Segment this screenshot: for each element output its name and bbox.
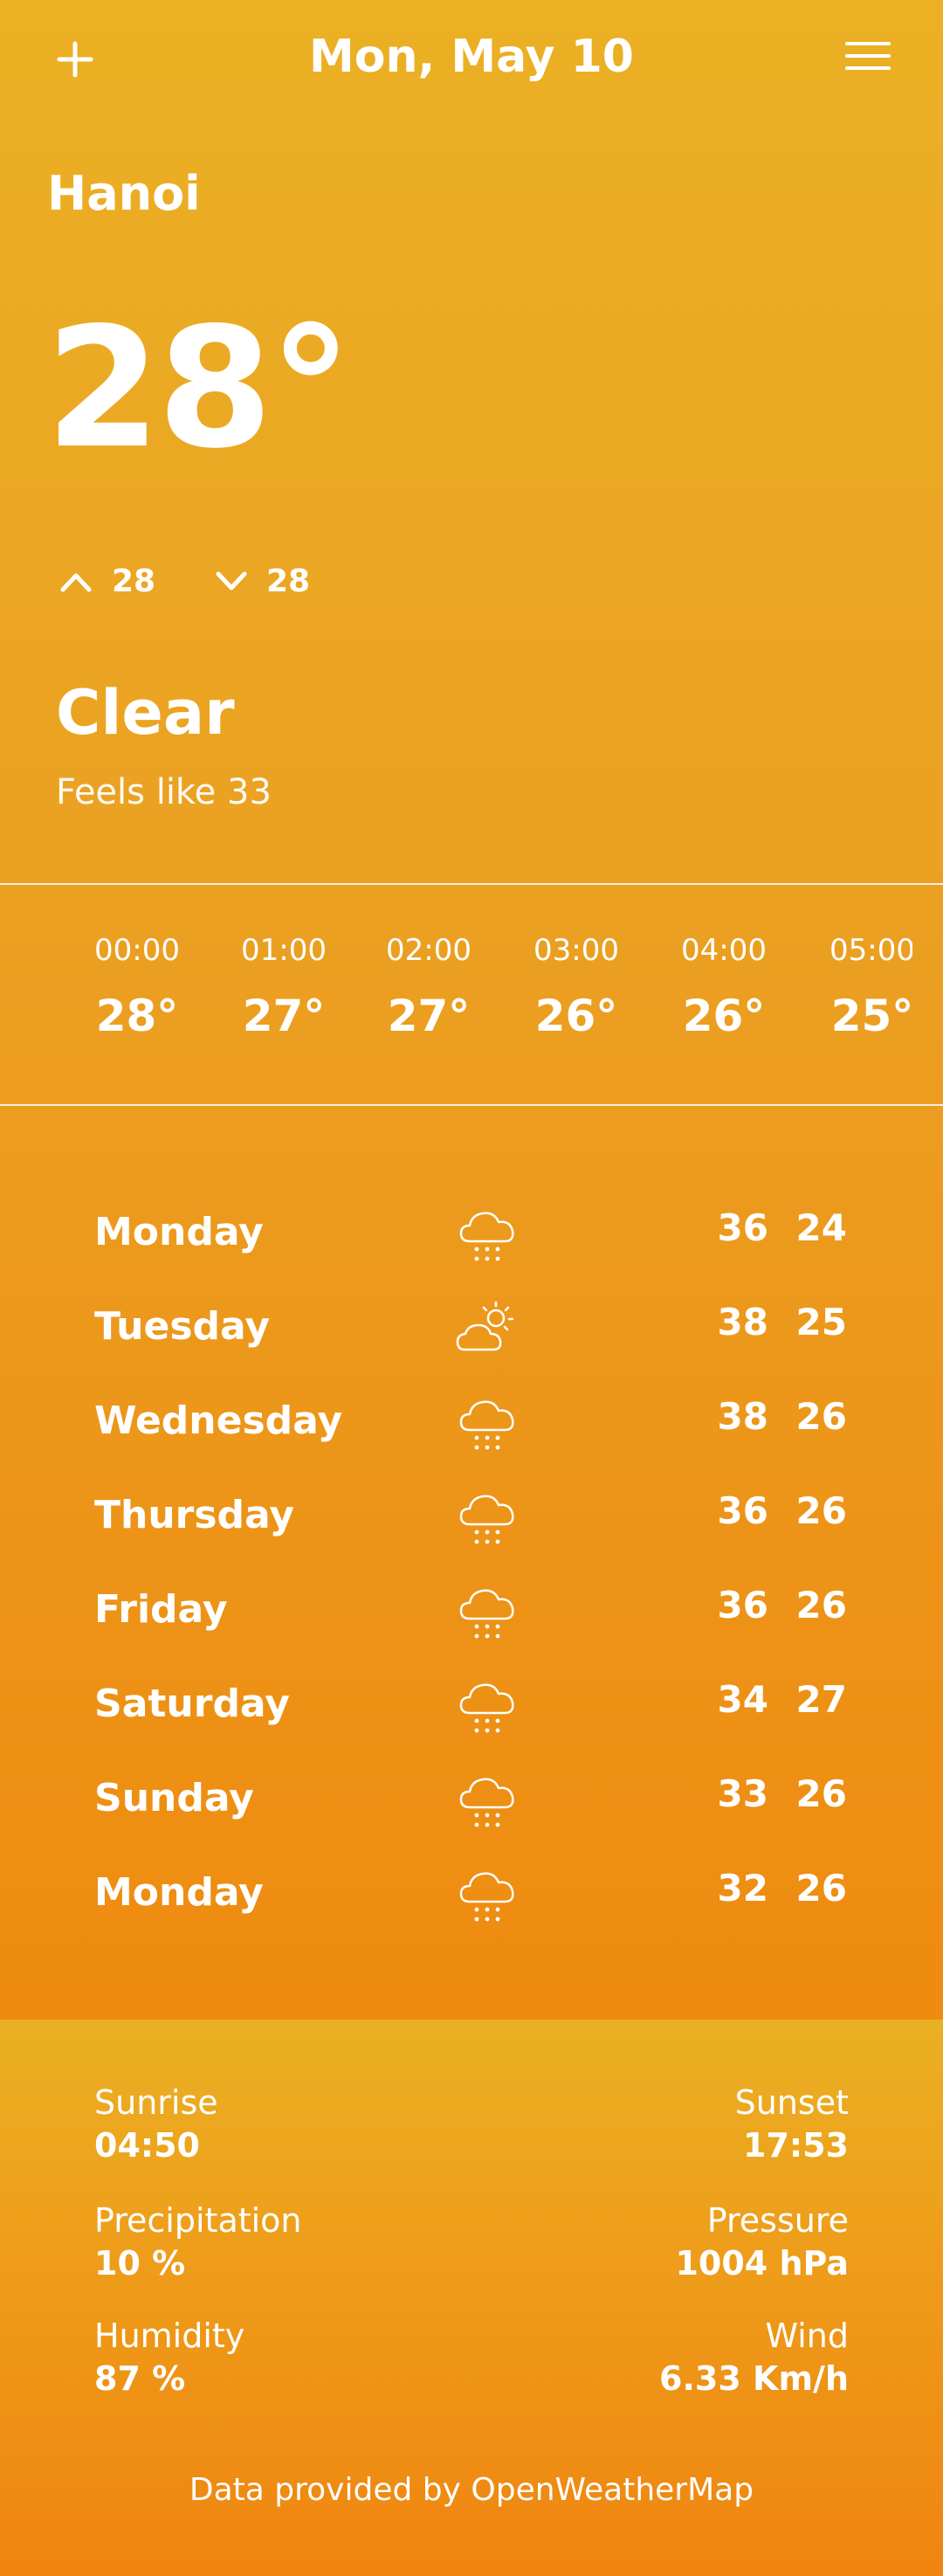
day-high: 38 [717, 1301, 768, 1343]
high-temperature: 28 [112, 563, 156, 599]
hourly-forecast-strip[interactable]: 00:00 28° 01:00 27° 02:00 27° 03:00 26° … [0, 885, 912, 1103]
day-name: Tuesday [94, 1304, 271, 1349]
precipitation-value: 10 % [94, 2244, 186, 2282]
humidity-value: 87 % [94, 2359, 186, 2398]
wind-value: 6.33 Km/h [659, 2359, 849, 2398]
chevron-up-icon [60, 573, 92, 592]
day-low: 26 [795, 1489, 847, 1532]
day-high: 34 [717, 1678, 768, 1721]
rain-cloud-icon [459, 1683, 514, 1733]
day-low: 24 [795, 1206, 847, 1249]
hour-item: 02:00 27° [363, 885, 494, 1041]
rain-cloud-icon [459, 1400, 514, 1450]
rain-cloud-icon [459, 1589, 514, 1639]
hour-time: 01:00 [241, 933, 327, 968]
hour-item: 03:00 26° [511, 885, 642, 1041]
feels-like: Feels like 33 [56, 772, 272, 812]
day-name: Monday [94, 1870, 264, 1915]
rain-cloud-icon [459, 1212, 514, 1261]
daily-row: Thursday 36 26 [0, 1482, 943, 1552]
hour-time: 04:00 [681, 933, 767, 968]
day-high: 36 [717, 1584, 768, 1626]
rain-cloud-icon [459, 1778, 514, 1827]
humidity-label: Humidity [94, 2317, 245, 2355]
rain-cloud-icon [459, 1872, 514, 1922]
city-name: Hanoi [47, 166, 201, 221]
sunrise-label: Sunrise [94, 2083, 218, 2122]
precipitation-label: Precipitation [94, 2201, 302, 2240]
hour-time: 05:00 [829, 933, 912, 968]
hour-time: 00:00 [94, 933, 180, 968]
hamburger-menu-icon [845, 42, 891, 70]
page-title: Mon, May 10 [309, 31, 634, 83]
hour-temp: 26° [534, 991, 618, 1041]
day-high: 36 [717, 1206, 768, 1249]
daily-row: Sunday 33 26 [0, 1765, 943, 1835]
pressure-label: Pressure [706, 2201, 849, 2240]
day-high: 33 [717, 1772, 768, 1815]
day-name: Monday [94, 1210, 264, 1254]
hour-item: 01:00 27° [218, 885, 349, 1041]
pressure-value: 1004 hPa [675, 2244, 849, 2282]
menu-button[interactable] [843, 35, 892, 79]
day-name: Saturday [94, 1682, 290, 1726]
rain-cloud-icon [459, 1495, 514, 1544]
hour-time: 02:00 [386, 933, 472, 968]
hour-temp: 27° [387, 991, 471, 1041]
partly-cloudy-sun-icon [456, 1301, 514, 1351]
daily-row: Friday 36 26 [0, 1577, 943, 1647]
hour-temp: 26° [682, 991, 766, 1041]
data-credit: Data provided by OpenWeatherMap [189, 2472, 754, 2508]
daily-row: Monday 32 26 [0, 1860, 943, 1930]
day-high: 32 [717, 1867, 768, 1910]
wind-label: Wind [765, 2317, 849, 2355]
hour-temp: 25° [830, 991, 912, 1041]
current-temperature: 28° [45, 292, 352, 485]
daily-row: Monday 36 24 [0, 1199, 943, 1269]
hour-item: 00:00 28° [72, 885, 203, 1041]
day-low: 26 [795, 1867, 847, 1910]
sunset-value: 17:53 [743, 2126, 849, 2165]
daily-row: Tuesday 38 25 [0, 1294, 943, 1364]
daily-row: Saturday 34 27 [0, 1671, 943, 1741]
hour-item: 05:00 25° [807, 885, 912, 1041]
chevron-down-icon [216, 571, 247, 590]
day-high: 38 [717, 1395, 768, 1438]
day-low: 25 [795, 1301, 847, 1343]
daily-row: Wednesday 38 26 [0, 1388, 943, 1458]
day-high: 36 [717, 1489, 768, 1532]
hour-time: 03:00 [533, 933, 619, 968]
hour-temp: 27° [242, 991, 326, 1041]
day-low: 27 [795, 1678, 847, 1721]
hour-item: 04:00 26° [658, 885, 789, 1041]
low-temperature: 28 [266, 563, 311, 599]
sunrise-value: 04:50 [94, 2126, 200, 2165]
sunset-label: Sunset [734, 2083, 849, 2122]
day-name: Wednesday [94, 1398, 343, 1443]
day-low: 26 [795, 1772, 847, 1815]
day-name: Friday [94, 1587, 228, 1632]
day-name: Sunday [94, 1776, 254, 1820]
day-name: Thursday [94, 1493, 295, 1537]
day-low: 26 [795, 1395, 847, 1438]
day-low: 26 [795, 1584, 847, 1626]
weather-condition: Clear [56, 677, 235, 749]
divider-bottom [0, 1104, 943, 1106]
hour-temp: 28° [95, 991, 179, 1041]
